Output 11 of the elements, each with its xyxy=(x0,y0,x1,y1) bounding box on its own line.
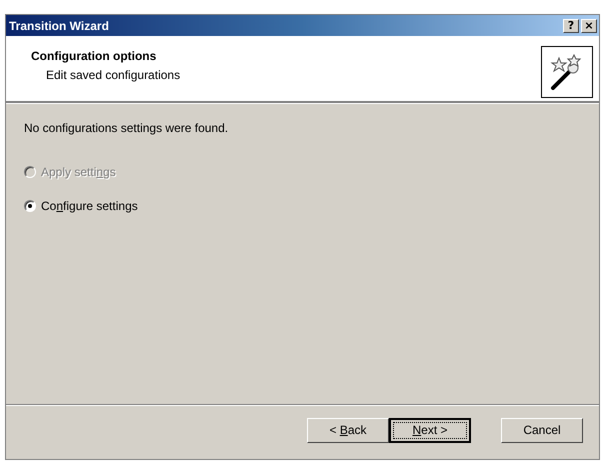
radio-button[interactable] xyxy=(24,200,36,212)
wizard-button[interactable]: < Back xyxy=(307,418,389,442)
close-button[interactable]: × xyxy=(581,18,597,32)
status-message: No configurations settings were found. xyxy=(24,121,228,135)
help-button[interactable]: ? xyxy=(563,18,579,32)
header-subtitle: Edit saved configurations xyxy=(46,68,182,82)
header-title: Configuration options xyxy=(31,49,158,63)
window-title: Transition Wizard xyxy=(9,18,110,32)
wizard-button[interactable]: Cancel xyxy=(501,418,583,442)
radio-label[interactable]: Configure settings xyxy=(41,199,138,213)
wizard-button[interactable]: Next > xyxy=(389,418,471,442)
